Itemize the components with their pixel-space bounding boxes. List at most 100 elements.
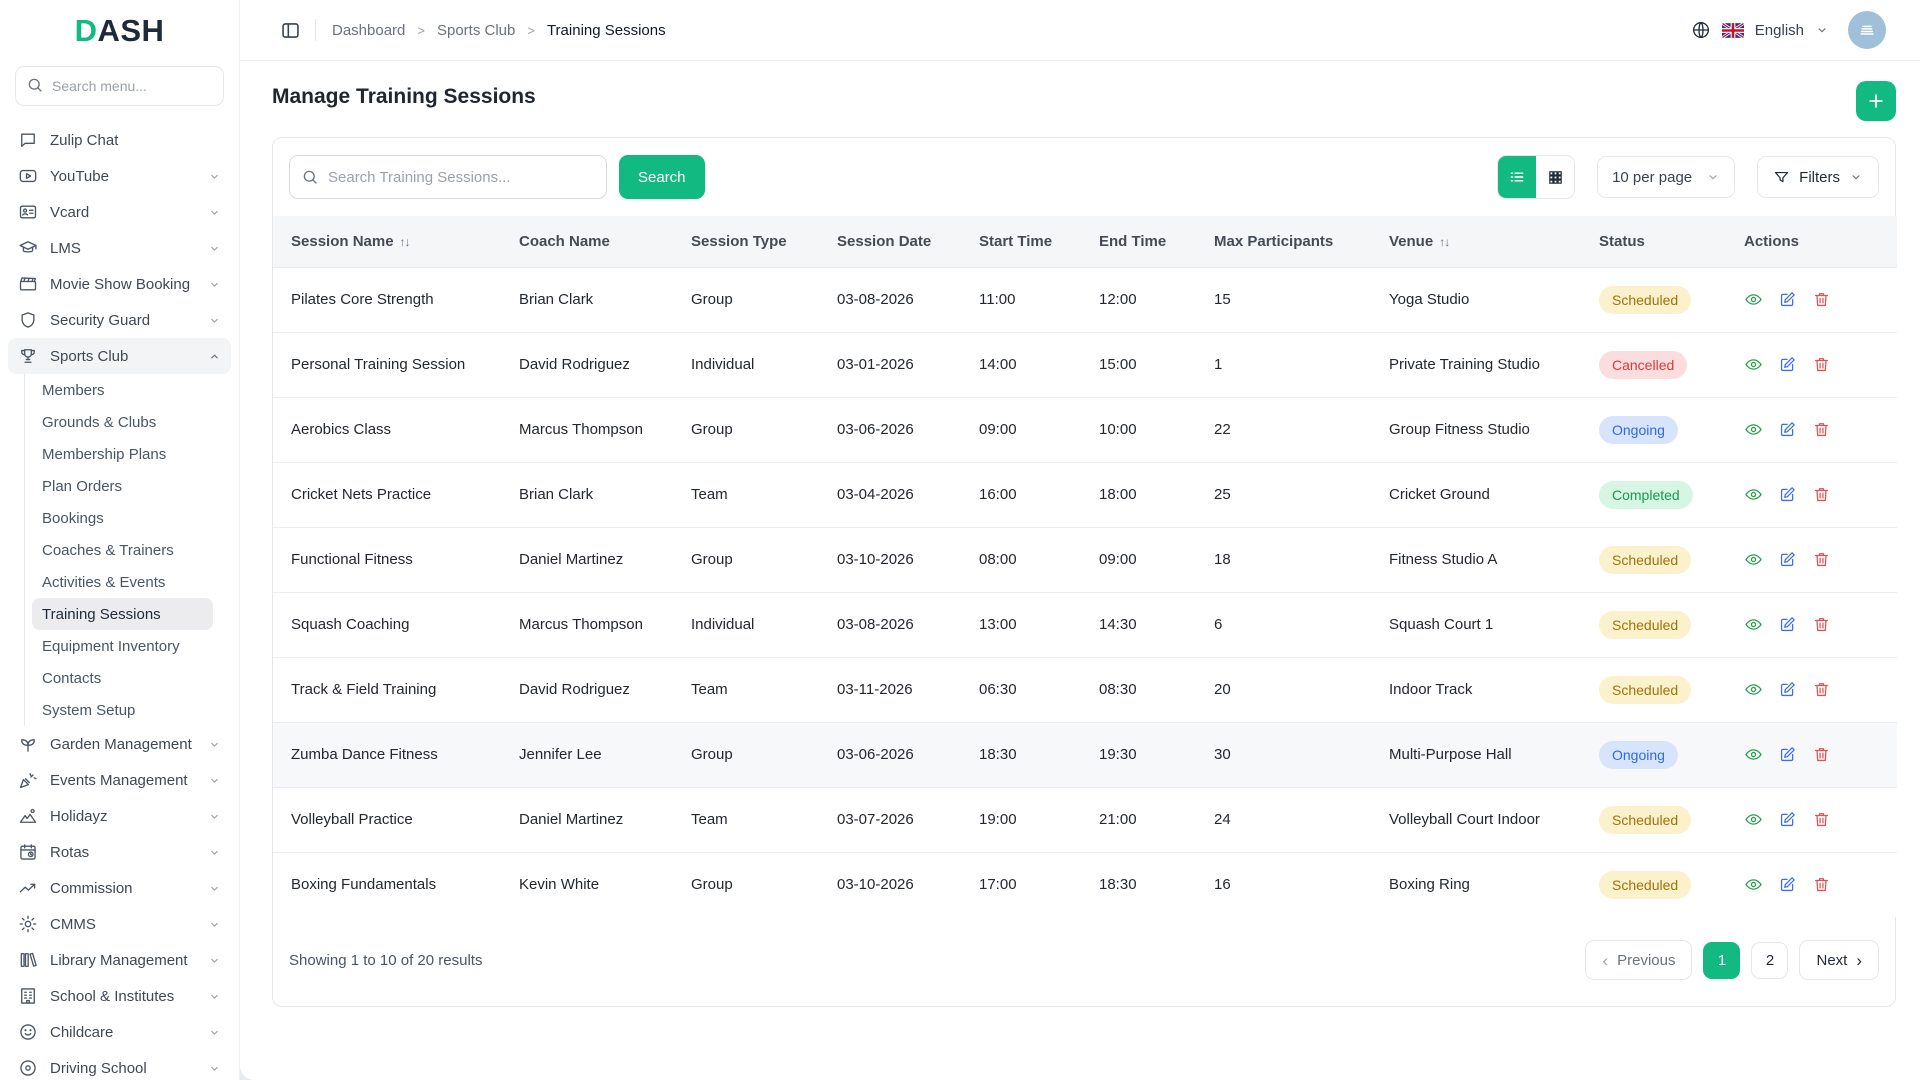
sidebar-subitem-training-sessions[interactable]: Training Sessions xyxy=(32,598,213,630)
list-view-button[interactable] xyxy=(1498,156,1537,198)
view-icon[interactable] xyxy=(1744,680,1763,699)
sidebar-item-label: Holidayz xyxy=(50,807,108,825)
globe-icon[interactable] xyxy=(1691,20,1711,40)
language-selector[interactable]: English xyxy=(1755,22,1804,39)
view-icon[interactable] xyxy=(1744,550,1763,569)
sort-icon[interactable]: ↑↓ xyxy=(400,235,411,249)
sessions-search-input[interactable] xyxy=(289,155,607,199)
sidebar-item-youtube[interactable]: YouTube xyxy=(8,158,231,194)
avatar[interactable] xyxy=(1848,11,1886,49)
edit-icon[interactable] xyxy=(1778,615,1797,634)
delete-icon[interactable] xyxy=(1812,420,1831,439)
column-header-venue[interactable]: Venue ↑↓ xyxy=(1371,216,1581,267)
sidebar-subitem-members[interactable]: Members xyxy=(32,374,213,406)
sidebar-item-events-management[interactable]: Events Management xyxy=(8,762,231,798)
sidebar-subitem-contacts[interactable]: Contacts xyxy=(32,662,213,694)
cell-end: 14:30 xyxy=(1081,591,1196,657)
per-page-select[interactable]: 10 per page xyxy=(1597,156,1736,198)
sidebar-subitem-coaches-and-trainers[interactable]: Coaches & Trainers xyxy=(32,534,213,566)
filters-label: Filters xyxy=(1799,168,1840,186)
next-page-button[interactable]: Next › xyxy=(1799,940,1879,980)
edit-icon[interactable] xyxy=(1778,810,1797,829)
delete-icon[interactable] xyxy=(1812,875,1831,894)
view-icon[interactable] xyxy=(1744,745,1763,764)
delete-icon[interactable] xyxy=(1812,485,1831,504)
page-button-2[interactable]: 2 xyxy=(1751,941,1789,979)
sidebar-item-label: Zulip Chat xyxy=(50,131,119,149)
sidebar-subitem-system-setup[interactable]: System Setup xyxy=(32,694,213,726)
sidebar-item-driving-school[interactable]: Driving School xyxy=(8,1050,231,1080)
chevron-down-icon xyxy=(1849,170,1863,184)
breadcrumb-separator: > xyxy=(417,22,425,38)
chevron-down-icon[interactable] xyxy=(1815,23,1829,37)
delete-icon[interactable] xyxy=(1812,550,1831,569)
delete-icon[interactable] xyxy=(1812,355,1831,374)
sidebar-item-zulip-chat[interactable]: Zulip Chat xyxy=(8,122,231,158)
filters-button[interactable]: Filters xyxy=(1757,156,1879,198)
sidebar-toggle-icon[interactable] xyxy=(280,20,301,41)
cell-max: 16 xyxy=(1196,851,1371,917)
table-row: Cricket Nets Practice Brian Clark Team 03-0… xyxy=(273,461,1897,527)
chevron-down-icon xyxy=(208,810,221,823)
sidebar-item-garden-management[interactable]: Garden Management xyxy=(8,726,231,762)
sidebar-item-cmms[interactable]: CMMS xyxy=(8,906,231,942)
search-button[interactable]: Search xyxy=(619,155,705,199)
sidebar-subitem-grounds-and-clubs[interactable]: Grounds & Clubs xyxy=(32,406,213,438)
edit-icon[interactable] xyxy=(1778,355,1797,374)
view-icon[interactable] xyxy=(1744,810,1763,829)
breadcrumb-dashboard[interactable]: Dashboard xyxy=(332,22,405,39)
sidebar-item-vcard[interactable]: Vcard xyxy=(8,194,231,230)
breadcrumb-sports-club[interactable]: Sports Club xyxy=(437,22,515,39)
cell-date: 03-11-2026 xyxy=(819,656,961,722)
sidebar-item-commission[interactable]: Commission xyxy=(8,870,231,906)
edit-icon[interactable] xyxy=(1778,420,1797,439)
chevron-down-icon xyxy=(208,954,221,967)
cell-type: Individual xyxy=(673,331,819,397)
sidebar-subitem-membership-plans[interactable]: Membership Plans xyxy=(32,438,213,470)
delete-icon[interactable] xyxy=(1812,680,1831,699)
delete-icon[interactable] xyxy=(1812,290,1831,309)
table-row: Pilates Core Strength Brian Clark Group 03-… xyxy=(273,266,1897,332)
column-header-session-name[interactable]: Session Name ↑↓ xyxy=(273,216,501,267)
cell-session: Cricket Nets Practice xyxy=(273,461,501,527)
view-icon[interactable] xyxy=(1744,355,1763,374)
delete-icon[interactable] xyxy=(1812,615,1831,634)
delete-icon[interactable] xyxy=(1812,745,1831,764)
edit-icon[interactable] xyxy=(1778,550,1797,569)
page-button-1[interactable]: 1 xyxy=(1703,941,1741,979)
sidebar-item-childcare[interactable]: Childcare xyxy=(8,1014,231,1050)
sidebar-subitem-plan-orders[interactable]: Plan Orders xyxy=(32,470,213,502)
edit-icon[interactable] xyxy=(1778,745,1797,764)
chevron-down-icon xyxy=(208,314,221,327)
sidebar-item-sports-club[interactable]: Sports Club xyxy=(8,338,231,374)
sort-icon[interactable]: ↑↓ xyxy=(1439,235,1450,249)
sidebar-item-holidayz[interactable]: Holidayz xyxy=(8,798,231,834)
sidebar-subitem-activities-and-events[interactable]: Activities & Events xyxy=(32,566,213,598)
view-icon[interactable] xyxy=(1744,420,1763,439)
sidebar-search-input[interactable] xyxy=(15,66,224,106)
sidebar-subitem-equipment-inventory[interactable]: Equipment Inventory xyxy=(32,630,213,662)
sidebar-item-rotas[interactable]: Rotas xyxy=(8,834,231,870)
sidebar-item-school-and-institutes[interactable]: School & Institutes xyxy=(8,978,231,1014)
view-icon[interactable] xyxy=(1744,485,1763,504)
grid-view-button[interactable] xyxy=(1536,156,1575,198)
edit-icon[interactable] xyxy=(1778,875,1797,894)
add-session-button[interactable] xyxy=(1856,81,1896,121)
column-header-coach-name: Coach Name xyxy=(501,216,673,267)
view-icon[interactable] xyxy=(1744,875,1763,894)
sidebar-item-movie-show-booking[interactable]: Movie Show Booking xyxy=(8,266,231,302)
cell-venue: Squash Court 1 xyxy=(1371,591,1581,657)
edit-icon[interactable] xyxy=(1778,680,1797,699)
edit-icon[interactable] xyxy=(1778,290,1797,309)
edit-icon[interactable] xyxy=(1778,485,1797,504)
cell-start: 17:00 xyxy=(961,851,1081,917)
sidebar-item-security-guard[interactable]: Security Guard xyxy=(8,302,231,338)
delete-icon[interactable] xyxy=(1812,810,1831,829)
previous-page-button[interactable]: ‹ Previous xyxy=(1585,940,1693,980)
view-icon[interactable] xyxy=(1744,290,1763,309)
view-icon[interactable] xyxy=(1744,615,1763,634)
sidebar-subitem-bookings[interactable]: Bookings xyxy=(32,502,213,534)
sidebar-item-library-management[interactable]: Library Management xyxy=(8,942,231,978)
trophy-icon xyxy=(18,346,38,366)
sidebar-item-lms[interactable]: LMS xyxy=(8,230,231,266)
